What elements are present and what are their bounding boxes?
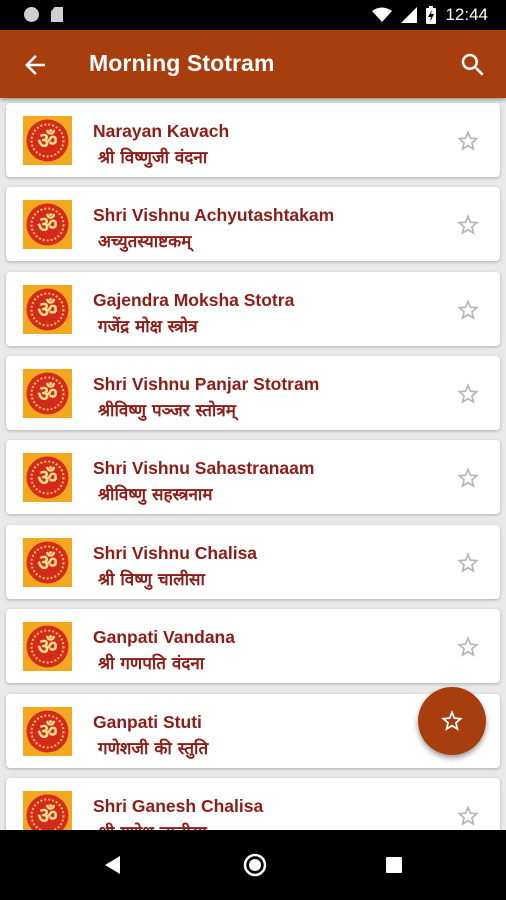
star-outline-icon (441, 710, 463, 731)
svg-text:ॐ: ॐ (37, 635, 57, 660)
battery-icon (426, 6, 437, 24)
favorite-button[interactable] (455, 381, 481, 407)
favorite-button[interactable] (455, 634, 481, 660)
star-outline-icon (457, 805, 479, 826)
star-outline-icon (457, 383, 479, 404)
signal-icon (401, 7, 418, 23)
favorite-button[interactable] (455, 297, 481, 323)
svg-text:ॐ: ॐ (37, 213, 57, 238)
svg-text:ॐ: ॐ (37, 720, 57, 745)
favorite-button[interactable] (455, 803, 481, 829)
item-title: Ganpati Vandana (93, 627, 235, 647)
item-title: Narayan Kavach (93, 121, 230, 141)
favorite-button[interactable] (455, 128, 481, 154)
item-title: Shri Ganesh Chalisa (93, 796, 264, 816)
star-outline-icon (457, 467, 479, 488)
wifi-icon (372, 7, 393, 22)
star-outline-icon (457, 299, 479, 320)
svg-text:ॐ: ॐ (37, 466, 57, 491)
favorite-button[interactable] (455, 465, 481, 491)
nav-recents-button[interactable] (385, 856, 403, 874)
back-button[interactable] (20, 50, 50, 80)
item-subtitle: श्री गणेश चालीसा (98, 820, 207, 830)
om-icon: ॐ (23, 369, 72, 418)
item-subtitle: श्री विष्णु चालीसा (98, 570, 205, 590)
list-item[interactable]: ॐ Narayan Kavach श्री विष्णुजी वंदना (6, 103, 500, 177)
om-icon: ॐ (23, 116, 72, 165)
system-nav-bar (0, 830, 506, 900)
list-item[interactable]: ॐ Ganpati Vandana श्री गणपति वंदना (6, 609, 500, 683)
search-icon (461, 53, 484, 76)
item-subtitle: श्री विष्णुजी वंदना (98, 148, 208, 168)
triangle-back-icon (105, 856, 120, 874)
item-title: Shri Vishnu Achyutashtakam (93, 205, 335, 225)
svg-text:ॐ: ॐ (37, 382, 57, 407)
favorite-button[interactable] (455, 212, 481, 238)
favorites-fab-button[interactable] (418, 687, 486, 755)
svg-text:ॐ: ॐ (37, 551, 57, 576)
item-title: Shri Vishnu Panjar Stotram (93, 374, 320, 394)
square-recents-icon (386, 857, 402, 873)
item-title: Ganpati Stuti (93, 712, 202, 732)
item-subtitle: गणेशजी की स्तुति (98, 739, 209, 759)
om-icon: ॐ (23, 791, 72, 830)
list-item[interactable]: ॐ Shri Vishnu Panjar Stotram श्रीविष्णु … (6, 356, 500, 430)
om-icon: ॐ (23, 285, 72, 334)
nav-back-button[interactable] (103, 855, 123, 875)
item-title: Shri Vishnu Sahastranaam (93, 458, 315, 478)
star-outline-icon (457, 552, 479, 573)
nav-home-button[interactable] (243, 853, 267, 877)
notification-dot-icon (24, 7, 39, 22)
om-icon: ॐ (23, 200, 72, 249)
status-right: 12:44 (372, 5, 488, 25)
item-subtitle: श्री गणपति वंदना (98, 654, 205, 674)
svg-text:ॐ: ॐ (37, 298, 57, 323)
item-subtitle: श्रीविष्णु सहस्त्रनाम (98, 485, 213, 505)
page-title: Morning Stotram (89, 50, 275, 76)
list-item[interactable]: ॐ Shri Vishnu Chalisa श्री विष्णु चालीसा (6, 525, 500, 599)
om-icon: ॐ (23, 538, 72, 587)
item-subtitle: अच्युतस्याष्टकम् (98, 232, 192, 252)
app-bar: Morning Stotram (0, 30, 506, 98)
star-outline-icon (457, 214, 479, 235)
svg-text:ॐ: ॐ (37, 129, 57, 154)
item-subtitle: श्रीविष्णु पञ्जर स्तोत्रम् (98, 401, 236, 421)
om-icon: ॐ (23, 707, 72, 756)
status-left (24, 7, 63, 22)
status-bar: 12:44 (0, 0, 506, 30)
om-icon: ॐ (23, 622, 72, 671)
item-subtitle: गजेंद्र मोक्ष स्त्रोत्र (98, 317, 198, 337)
circle-home-icon (243, 853, 267, 877)
status-time: 12:44 (445, 5, 488, 24)
list-item[interactable]: ॐ Shri Vishnu Sahastranaam श्रीविष्णु सह… (6, 440, 500, 514)
star-outline-icon (457, 130, 479, 151)
om-icon: ॐ (23, 453, 72, 502)
sd-card-icon (51, 7, 63, 22)
favorite-button[interactable] (455, 550, 481, 576)
item-title: Shri Vishnu Chalisa (93, 543, 258, 563)
list-item[interactable]: ॐ Shri Vishnu Achyutashtakam अच्युतस्याष… (6, 187, 500, 261)
item-title: Gajendra Moksha Stotra (93, 290, 295, 310)
arrow-back-icon (25, 55, 45, 75)
list-item[interactable]: ॐ Shri Ganesh Chalisa श्री गणेश चालीसा (6, 778, 500, 830)
svg-text:ॐ: ॐ (37, 804, 57, 829)
search-button[interactable] (458, 50, 488, 80)
list-item[interactable]: ॐ Gajendra Moksha Stotra गजेंद्र मोक्ष स… (6, 272, 500, 346)
star-outline-icon (457, 636, 479, 657)
